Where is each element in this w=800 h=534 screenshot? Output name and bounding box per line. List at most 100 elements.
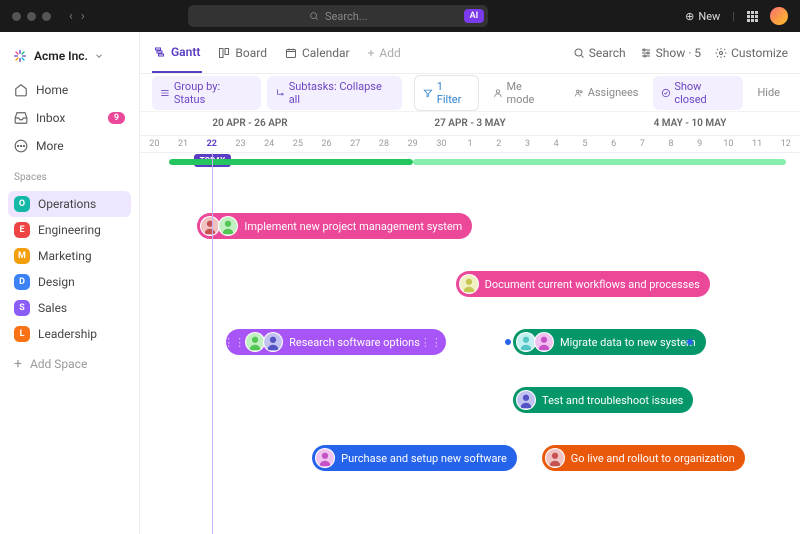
workspace-logo-icon (12, 48, 28, 64)
tab-calendar[interactable]: Calendar (283, 32, 352, 73)
tab-board[interactable]: Board (216, 32, 269, 73)
window-controls[interactable] (12, 12, 51, 21)
assignee-avatar[interactable] (245, 332, 265, 352)
task-name: Document current workflows and processes (485, 278, 700, 291)
topbar: ‹ › Search... AI ⊕ New | (0, 0, 800, 32)
workspace-name: Acme Inc. (34, 49, 88, 63)
day-column[interactable]: 4 (542, 136, 571, 152)
hide-button[interactable]: Hide (749, 82, 788, 103)
global-search[interactable]: Search... AI (188, 5, 488, 27)
calendar-icon (285, 47, 297, 59)
day-column[interactable]: 5 (571, 136, 600, 152)
task-bar[interactable]: Migrate data to new system (513, 329, 706, 355)
drag-handle-icon[interactable]: ⋮⋮ (426, 336, 436, 349)
assignee-avatar[interactable] (545, 448, 565, 468)
assignee-avatar[interactable] (516, 390, 536, 410)
new-button[interactable]: ⊕ New (685, 10, 720, 23)
new-label: New (698, 10, 720, 23)
history-nav[interactable]: ‹ › (69, 9, 85, 24)
day-column[interactable]: 6 (599, 136, 628, 152)
task-bar[interactable]: Document current workflows and processes (456, 271, 710, 297)
back-icon[interactable]: ‹ (69, 9, 73, 24)
add-view-button[interactable]: + Add (366, 32, 403, 73)
gantt-chart[interactable]: Implement new project management system D… (140, 153, 800, 534)
day-column[interactable]: 10 (714, 136, 743, 152)
task-bar[interactable]: ⋮⋮Research software options⋮⋮ (226, 329, 446, 355)
task-name: Go live and rollout to organization (571, 452, 735, 465)
search-placeholder: Search... (325, 10, 368, 23)
workspace-switcher[interactable]: Acme Inc. (8, 42, 131, 74)
summary-bar (413, 159, 786, 165)
space-label: Leadership (38, 327, 97, 341)
day-column[interactable]: 9 (685, 136, 714, 152)
day-column[interactable]: 7 (628, 136, 657, 152)
day-column[interactable]: 28 (370, 136, 399, 152)
add-space-button[interactable]: + Add Space (8, 351, 131, 377)
task-name: Test and troubleshoot issues (542, 394, 683, 407)
sidebar-item-design[interactable]: DDesign (8, 269, 131, 295)
sidebar-item-engineering[interactable]: EEngineering (8, 217, 131, 243)
sidebar-item-marketing[interactable]: MMarketing (8, 243, 131, 269)
dependency-handle[interactable] (505, 339, 511, 345)
day-column[interactable]: 23 (226, 136, 255, 152)
task-bar[interactable]: Test and troubleshoot issues (513, 387, 693, 413)
space-label: Operations (38, 197, 96, 211)
filter-button[interactable]: 1 Filter (414, 75, 479, 111)
nav-inbox[interactable]: Inbox 9 (8, 106, 131, 130)
assignee-avatar[interactable] (516, 332, 536, 352)
filter-icon (423, 88, 433, 98)
day-column[interactable]: 27 (341, 136, 370, 152)
gear-icon (715, 47, 727, 59)
show-closed-button[interactable]: Show closed (653, 76, 744, 110)
day-column[interactable]: 26 (312, 136, 341, 152)
day-column[interactable]: 12 (771, 136, 800, 152)
me-mode-button[interactable]: Me mode (485, 76, 560, 110)
sidebar-item-sales[interactable]: SSales (8, 295, 131, 321)
customize-button[interactable]: Customize (715, 46, 788, 60)
day-column[interactable]: 1 (456, 136, 485, 152)
apps-icon[interactable] (747, 11, 758, 22)
task-bar[interactable]: Purchase and setup new software (312, 445, 517, 471)
day-column[interactable]: 25 (284, 136, 313, 152)
nav-label: More (36, 139, 64, 153)
nav-more[interactable]: More (8, 134, 131, 158)
search-icon (309, 11, 319, 21)
assignee-avatar[interactable] (315, 448, 335, 468)
day-column[interactable]: 30 (427, 136, 456, 152)
show-button[interactable]: Show · 5 (640, 46, 701, 60)
day-column[interactable]: 21 (169, 136, 198, 152)
drag-handle-icon[interactable]: ⋮⋮ (229, 336, 239, 349)
task-bar[interactable]: Go live and rollout to organization (542, 445, 745, 471)
day-column[interactable]: 8 (657, 136, 686, 152)
assignee-avatar[interactable] (200, 216, 220, 236)
assignee-avatar[interactable] (459, 274, 479, 294)
subtasks-button[interactable]: Subtasks: Collapse all (267, 76, 402, 110)
add-space-label: Add Space (30, 357, 87, 371)
day-header: 2021222324252627282930123456789101112TOD… (140, 136, 800, 153)
more-icon (14, 139, 28, 153)
day-column[interactable]: 20 (140, 136, 169, 152)
assignees-button[interactable]: Assignees (566, 82, 647, 103)
task-bar[interactable]: Implement new project management system (197, 213, 472, 239)
assignee-avatar[interactable] (218, 216, 238, 236)
plus-icon: + (368, 46, 375, 60)
group-by-button[interactable]: Group by: Status (152, 76, 261, 110)
day-column[interactable]: 24 (255, 136, 284, 152)
day-column[interactable]: 29 (398, 136, 427, 152)
tab-gantt[interactable]: Gantt (152, 32, 202, 73)
date-range: 4 MAY - 10 MAY (580, 112, 800, 135)
search-button[interactable]: Search (573, 46, 626, 60)
sidebar-item-leadership[interactable]: LLeadership (8, 321, 131, 347)
ai-badge[interactable]: AI (464, 9, 485, 23)
sidebar-item-operations[interactable]: OOperations (8, 191, 131, 217)
user-avatar[interactable] (770, 7, 788, 25)
assignee-avatar[interactable] (534, 332, 554, 352)
forward-icon[interactable]: › (81, 9, 85, 24)
divider: | (732, 10, 735, 23)
day-column[interactable]: 2 (484, 136, 513, 152)
day-column[interactable]: 3 (513, 136, 542, 152)
assignee-avatar[interactable] (263, 332, 283, 352)
day-column[interactable]: 11 (743, 136, 772, 152)
nav-home[interactable]: Home (8, 78, 131, 102)
day-column[interactable]: 22 (197, 136, 226, 152)
